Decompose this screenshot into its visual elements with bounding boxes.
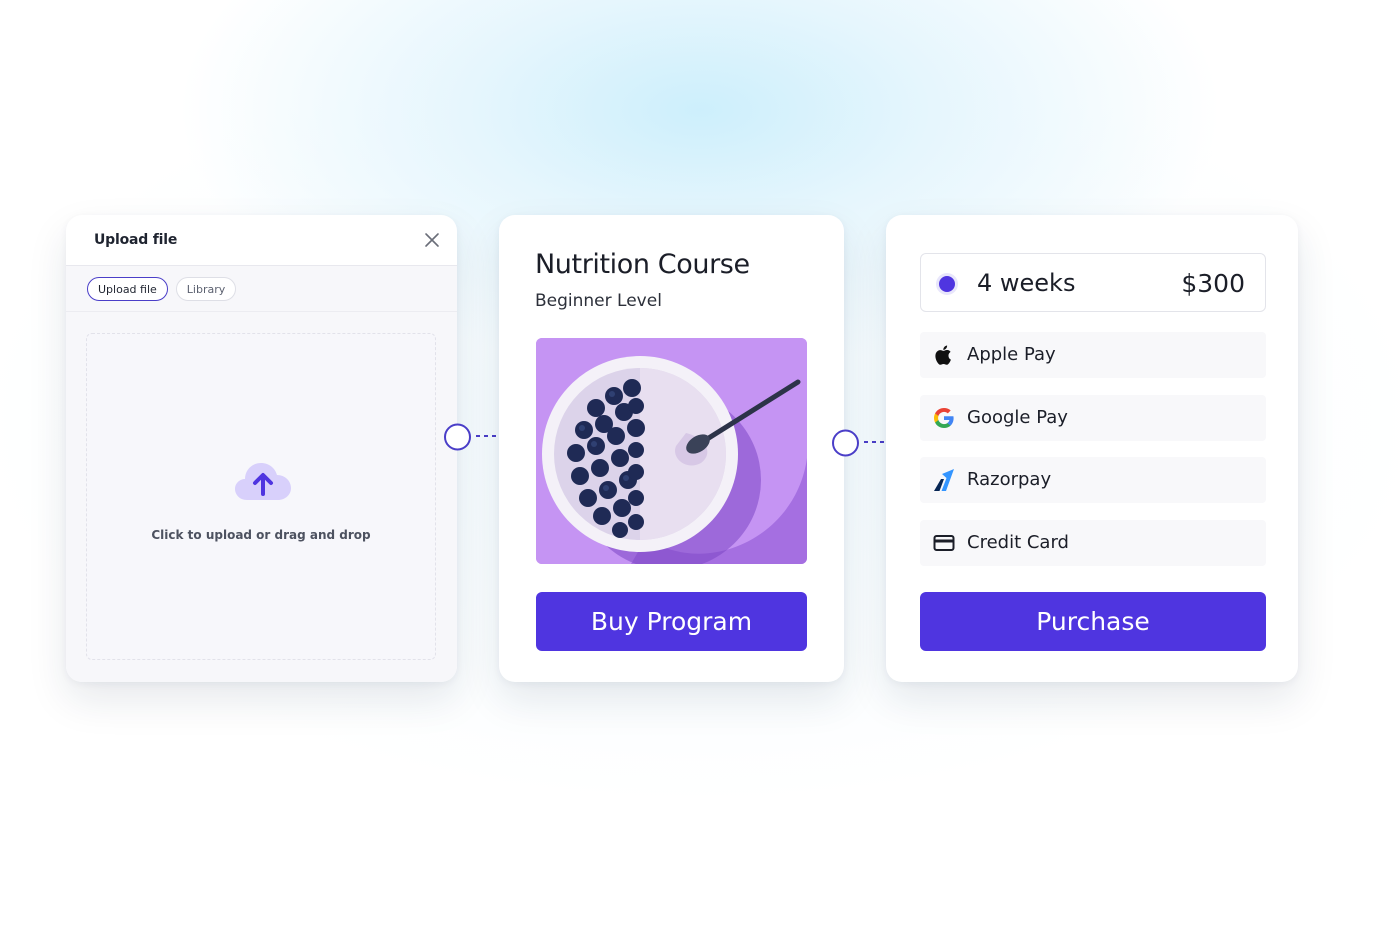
plan-option[interactable]: 4 weeks $300 (920, 253, 1266, 312)
payment-option-apple-pay[interactable]: Apple Pay (920, 332, 1266, 378)
upload-card-header: Upload file (66, 215, 457, 266)
apple-icon (935, 345, 951, 365)
credit-card-icon (933, 535, 955, 551)
upload-dropzone[interactable]: Click to upload or drag and drop (86, 333, 436, 660)
payment-option-razorpay[interactable]: Razorpay (920, 457, 1266, 503)
payment-option-label: Razorpay (967, 469, 1052, 490)
payment-option-label: Google Pay (967, 407, 1068, 428)
blueberry-bowl-image (536, 338, 807, 564)
purchase-button[interactable]: Purchase (920, 592, 1266, 651)
plan-duration: 4 weeks (977, 269, 1076, 297)
payment-option-credit-card[interactable]: Credit Card (920, 520, 1266, 566)
upload-card-title: Upload file (94, 232, 178, 248)
course-level: Beginner Level (535, 291, 662, 311)
payment-option-label: Apple Pay (967, 344, 1056, 365)
tab-upload-file[interactable]: Upload file (87, 277, 168, 301)
upload-tabs: Upload file Library (66, 266, 457, 312)
payment-option-google-pay[interactable]: Google Pay (920, 395, 1266, 441)
tab-library[interactable]: Library (175, 277, 237, 301)
cloud-upload-icon (235, 463, 291, 500)
connector-node (444, 423, 500, 451)
plan-radio-selected[interactable] (939, 276, 955, 292)
payment-option-label: Credit Card (967, 532, 1069, 553)
course-image (536, 338, 807, 564)
payment-card: 4 weeks $300 Apple Pay Google Pay Razorp… (886, 215, 1298, 682)
plan-price: $300 (1181, 269, 1245, 298)
course-card: Nutrition Course Beginner Level Buy Prog… (499, 215, 844, 682)
close-icon[interactable] (423, 231, 441, 249)
buy-program-button[interactable]: Buy Program (536, 592, 807, 651)
upload-card-body: Click to upload or drag and drop (66, 312, 457, 682)
connector-node (832, 429, 888, 457)
dropzone-text: Click to upload or drag and drop (151, 528, 371, 542)
course-title: Nutrition Course (535, 249, 750, 280)
canvas: Upload file Upload file Library Click to… (0, 0, 1400, 933)
upload-file-card: Upload file Upload file Library Click to… (66, 215, 457, 682)
razorpay-icon (934, 469, 954, 491)
google-icon (934, 408, 954, 428)
